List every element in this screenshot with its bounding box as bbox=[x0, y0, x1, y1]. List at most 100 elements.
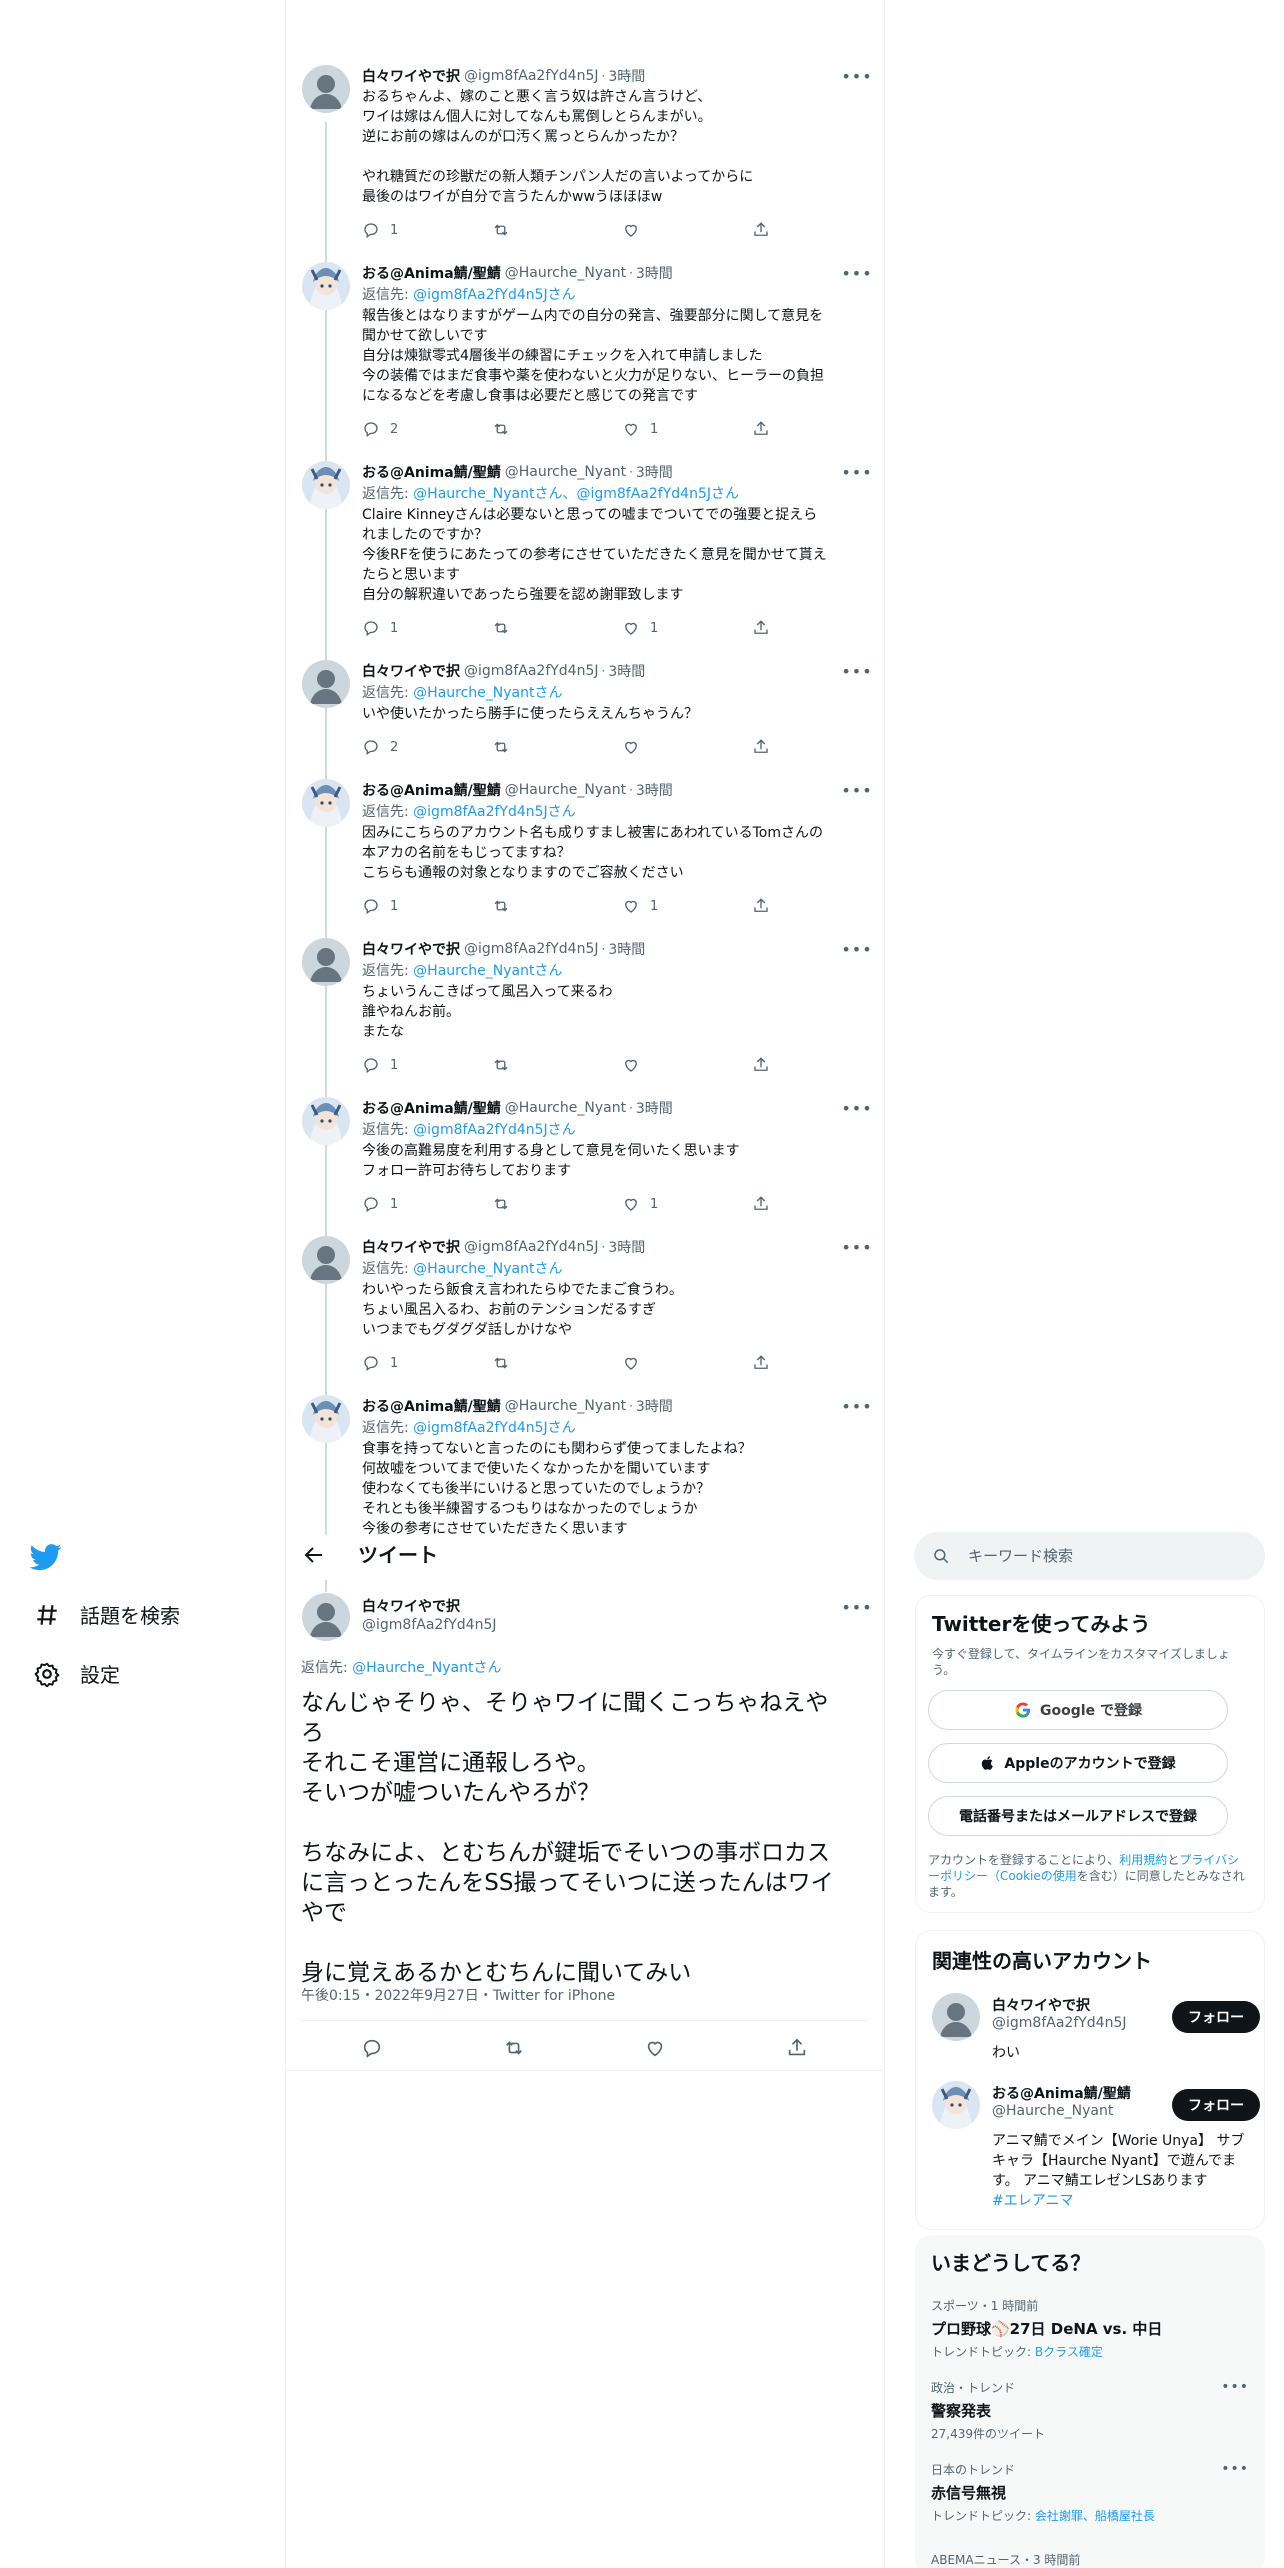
display-name[interactable]: おる@Anima鯖/聖鯖 bbox=[362, 1396, 501, 1416]
display-name[interactable]: 白々ワイやで択 bbox=[362, 1237, 460, 1257]
timestamp[interactable]: 3時間 bbox=[608, 939, 645, 959]
timestamp[interactable]: 3時間 bbox=[608, 661, 645, 681]
like-button[interactable] bbox=[622, 738, 662, 756]
handle[interactable]: @igm8fAa2fYd4n5J bbox=[464, 68, 599, 84]
display-name[interactable]: 白々ワイやで択 bbox=[362, 661, 460, 681]
retweet-button[interactable] bbox=[492, 619, 532, 637]
more-icon[interactable]: ••• bbox=[841, 938, 871, 960]
reply-icon[interactable] bbox=[361, 2037, 383, 2059]
more-icon[interactable]: ••• bbox=[841, 1395, 871, 1417]
display-name[interactable]: 白々ワイやで択 bbox=[362, 1596, 460, 1616]
more-icon[interactable]: ••• bbox=[841, 65, 871, 87]
more-icon[interactable]: ••• bbox=[1221, 2461, 1249, 2477]
reply-mention[interactable]: @Haurche_Nyantさん bbox=[413, 1261, 562, 1277]
timestamp[interactable]: 3時間 bbox=[608, 1237, 645, 1257]
display-name[interactable]: おる@Anima鯖/聖鯖 bbox=[362, 263, 501, 283]
timestamp[interactable]: 3時間 bbox=[636, 780, 673, 800]
terms-link[interactable]: 利用規約 bbox=[1119, 1853, 1167, 1867]
reply-button[interactable]: 1 bbox=[362, 619, 402, 637]
retweet-button[interactable] bbox=[492, 897, 532, 915]
handle[interactable]: @Haurche_Nyant bbox=[505, 265, 626, 281]
reply-button[interactable]: 1 bbox=[362, 221, 402, 239]
reply-button[interactable]: 1 bbox=[362, 897, 402, 915]
avatar-anime[interactable] bbox=[302, 1097, 350, 1145]
account-handle[interactable]: @igm8fAa2fYd4n5J bbox=[992, 2015, 1127, 2031]
avatar-default[interactable] bbox=[302, 1236, 350, 1284]
display-name[interactable]: おる@Anima鯖/聖鯖 bbox=[362, 1098, 501, 1118]
avatar-anime[interactable] bbox=[302, 262, 350, 310]
avatar-anime[interactable] bbox=[302, 461, 350, 509]
share-icon[interactable] bbox=[786, 2037, 808, 2059]
handle[interactable]: @igm8fAa2fYd4n5J bbox=[464, 1239, 599, 1255]
share-button[interactable] bbox=[752, 738, 792, 756]
handle[interactable]: @igm8fAa2fYd4n5J bbox=[464, 663, 599, 679]
avatar-anime[interactable] bbox=[302, 779, 350, 827]
twitter-bird-icon[interactable] bbox=[30, 1541, 62, 1573]
apple-signup-button[interactable]: Appleのアカウントで登録 bbox=[928, 1743, 1228, 1783]
handle[interactable]: @igm8fAa2fYd4n5J bbox=[362, 1617, 497, 1633]
search-box[interactable] bbox=[914, 1532, 1265, 1580]
reply-button[interactable]: 2 bbox=[362, 738, 402, 756]
trend-item[interactable]: ABEMAニュース・3 時間前 bbox=[931, 2551, 1249, 2568]
reply-mention[interactable]: @Haurche_Nyantさん bbox=[413, 685, 562, 701]
share-button[interactable] bbox=[752, 420, 792, 438]
reply-mention[interactable]: @igm8fAa2fYd4n5Jさん bbox=[413, 1122, 576, 1138]
reply-mention[interactable]: @Haurche_Nyantさん bbox=[352, 1660, 501, 1676]
follow-button[interactable]: フォロー bbox=[1172, 2089, 1260, 2121]
display-name[interactable]: おる@Anima鯖/聖鯖 bbox=[362, 780, 501, 800]
retweet-button[interactable] bbox=[492, 738, 532, 756]
avatar-default[interactable] bbox=[932, 1993, 980, 2041]
timestamp[interactable]: 3時間 bbox=[636, 462, 673, 482]
retweet-button[interactable] bbox=[492, 1354, 532, 1372]
trend-item[interactable]: 日本のトレンド 赤信号無視 トレンドトピック: 会社謝罪、船橋屋社長 ••• bbox=[931, 2461, 1249, 2524]
heart-icon[interactable] bbox=[644, 2037, 666, 2059]
more-icon[interactable]: ••• bbox=[841, 779, 871, 801]
account-handle[interactable]: @Haurche_Nyant bbox=[992, 2103, 1113, 2119]
like-button[interactable] bbox=[622, 1056, 662, 1074]
trend-item[interactable]: 政治・トレンド 警察発表 27,439件のツイート ••• bbox=[931, 2379, 1249, 2442]
like-button[interactable]: 1 bbox=[622, 619, 662, 637]
reply-button[interactable]: 2 bbox=[362, 420, 402, 438]
avatar-default[interactable] bbox=[302, 938, 350, 986]
search-input[interactable] bbox=[968, 1547, 1248, 1565]
like-button[interactable] bbox=[622, 221, 662, 239]
share-button[interactable] bbox=[752, 221, 792, 239]
like-button[interactable] bbox=[622, 1354, 662, 1372]
more-icon[interactable]: ••• bbox=[841, 1596, 871, 1618]
timestamp[interactable]: 3時間 bbox=[636, 263, 673, 283]
like-button[interactable]: 1 bbox=[622, 897, 662, 915]
hashtag-link[interactable]: #エレアニマ bbox=[992, 2193, 1073, 2209]
display-name[interactable]: 白々ワイやで択 bbox=[362, 66, 460, 86]
more-icon[interactable]: ••• bbox=[1221, 2379, 1249, 2395]
reply-button[interactable]: 1 bbox=[362, 1056, 402, 1074]
handle[interactable]: @Haurche_Nyant bbox=[505, 1398, 626, 1414]
timestamp[interactable]: 3時間 bbox=[608, 66, 645, 86]
avatar-anime[interactable] bbox=[302, 1395, 350, 1443]
reply-mention[interactable]: @igm8fAa2fYd4n5Jさん bbox=[413, 1420, 576, 1436]
reply-button[interactable]: 1 bbox=[362, 1195, 402, 1213]
handle[interactable]: @Haurche_Nyant bbox=[505, 464, 626, 480]
display-name[interactable]: 白々ワイやで択 bbox=[362, 939, 460, 959]
avatar-default[interactable] bbox=[302, 65, 350, 113]
reply-mention[interactable]: @Haurche_Nyantさん bbox=[413, 963, 562, 979]
reply-mention[interactable]: @igm8fAa2fYd4n5Jさん bbox=[413, 804, 576, 820]
phone-email-signup-button[interactable]: 電話番号またはメールアドレスで登録 bbox=[928, 1796, 1228, 1836]
like-button[interactable]: 1 bbox=[622, 1195, 662, 1213]
timestamp[interactable]: 3時間 bbox=[636, 1396, 673, 1416]
retweet-icon[interactable] bbox=[503, 2037, 525, 2059]
handle[interactable]: @Haurche_Nyant bbox=[505, 782, 626, 798]
nav-explore[interactable]: 話題を検索 bbox=[34, 1600, 180, 1629]
retweet-button[interactable] bbox=[492, 420, 532, 438]
more-icon[interactable]: ••• bbox=[841, 262, 871, 284]
share-button[interactable] bbox=[752, 619, 792, 637]
trend-topic-link[interactable]: 会社謝罪、船橋屋社長 bbox=[1035, 2509, 1155, 2523]
avatar-default[interactable] bbox=[302, 1593, 350, 1641]
reply-mention[interactable]: @Haurche_Nyantさん、@igm8fAa2fYd4n5Jさん bbox=[413, 486, 739, 502]
share-button[interactable] bbox=[752, 1056, 792, 1074]
more-icon[interactable]: ••• bbox=[841, 660, 871, 682]
share-button[interactable] bbox=[752, 1354, 792, 1372]
retweet-button[interactable] bbox=[492, 221, 532, 239]
share-button[interactable] bbox=[752, 897, 792, 915]
timestamp[interactable]: 3時間 bbox=[636, 1098, 673, 1118]
share-button[interactable] bbox=[752, 1195, 792, 1213]
